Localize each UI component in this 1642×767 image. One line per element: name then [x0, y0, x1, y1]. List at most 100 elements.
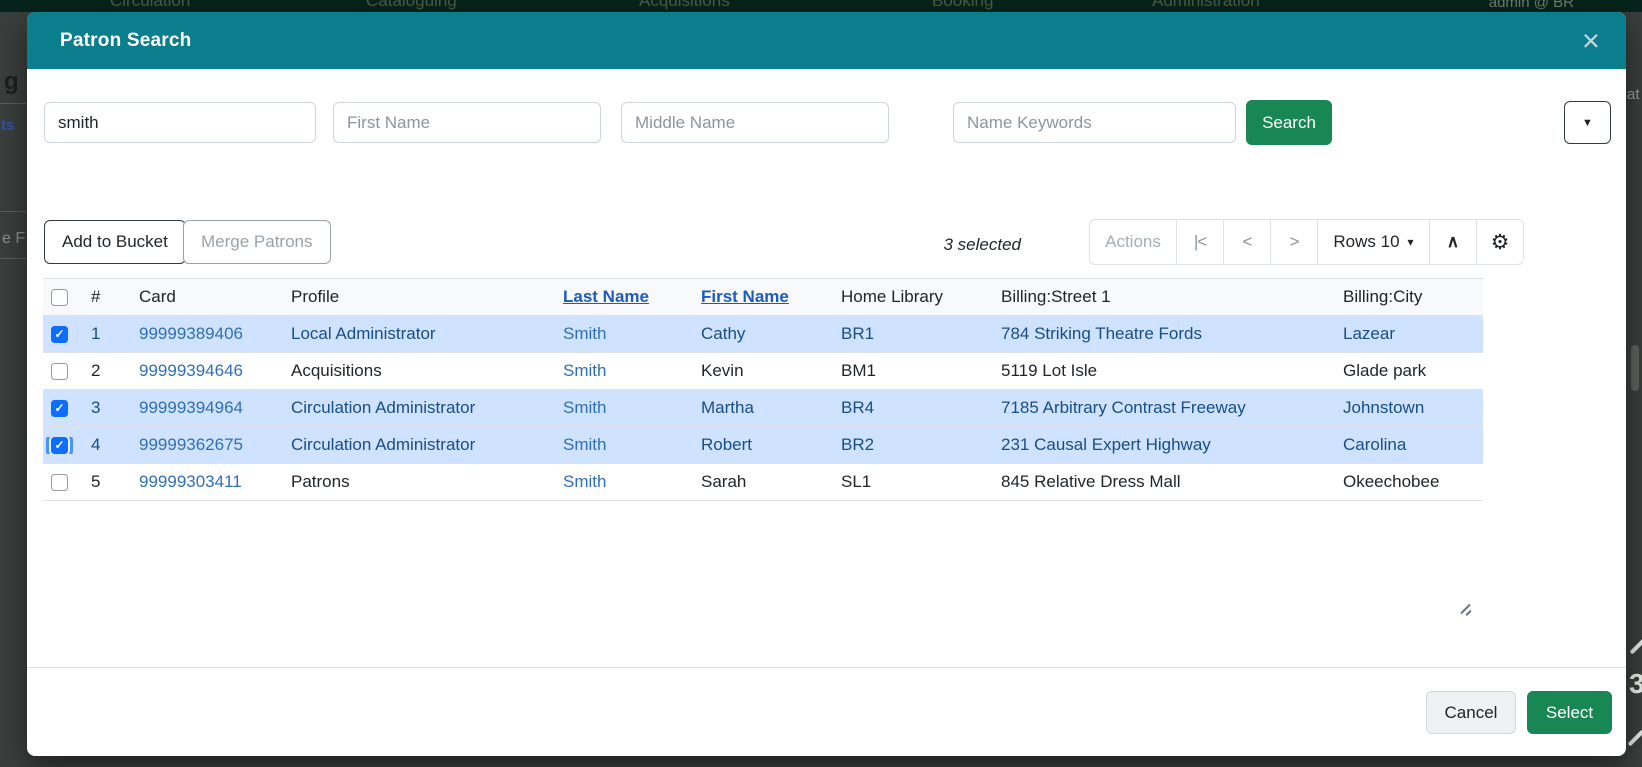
row-number-cell: 4: [83, 435, 131, 455]
home-library-cell: BR2: [833, 435, 993, 455]
nav-menu-item: Booking: [932, 0, 993, 11]
column-header: Profile: [283, 287, 555, 307]
background-text-fragment: at: [1627, 86, 1640, 103]
billing-street-cell: 231 Causal Expert Highway: [993, 435, 1335, 455]
chevron-up-icon: ∧: [1447, 232, 1459, 252]
merge-patrons-button: Merge Patrons: [183, 220, 331, 264]
background-link-fragment: ts: [1, 117, 14, 134]
search-options-dropdown-button[interactable]: ▼: [1564, 101, 1611, 144]
patron-results-table: #CardProfileLast NameFirst NameHome Libr…: [43, 278, 1483, 501]
row-checkbox-cell: ✓: [43, 400, 83, 417]
table-row[interactable]: 299999394646AcquisitionsSmithKevinBM1511…: [43, 353, 1483, 390]
card-number-link[interactable]: 99999303411: [131, 472, 283, 492]
profile-cell: Patrons: [283, 472, 555, 492]
row-checkbox-cell: [43, 474, 83, 491]
table-row[interactable]: 599999303411PatronsSmithSarahSL1845 Rela…: [43, 464, 1483, 501]
grid-resize-handle[interactable]: [1457, 600, 1477, 620]
profile-cell: Circulation Administrator: [283, 435, 555, 455]
profile-cell: Local Administrator: [283, 324, 555, 344]
last-name-link[interactable]: Smith: [555, 361, 693, 381]
first-name-input[interactable]: [333, 102, 601, 143]
billing-city-cell: Okeechobee: [1335, 472, 1483, 492]
actions-button: Actions: [1089, 219, 1177, 265]
first-page-icon[interactable]: |<: [1176, 219, 1224, 265]
row-checkbox[interactable]: ✓: [51, 400, 68, 417]
row-number-cell: 2: [83, 361, 131, 381]
background-text-fragment: e F: [2, 230, 25, 248]
row-checkbox[interactable]: [51, 474, 68, 491]
grid-settings-button[interactable]: ⚙: [1476, 219, 1524, 265]
patron-search-modal: Patron Search × Search ▼ Add to Bucket M…: [27, 12, 1626, 756]
last-name-link[interactable]: Smith: [555, 398, 693, 418]
background-divider: [0, 258, 27, 259]
nav-menu-item: Administration: [1152, 0, 1260, 11]
first-name-cell: Martha: [693, 398, 833, 418]
chevron-down-icon: ▼: [1582, 117, 1593, 129]
row-checkbox-cell: ✓: [43, 437, 83, 454]
select-all-cell: [43, 289, 83, 306]
select-button[interactable]: Select: [1527, 691, 1612, 734]
last-name-link[interactable]: Smith: [555, 435, 693, 455]
column-header: Card: [131, 287, 283, 307]
name-keywords-input[interactable]: [953, 102, 1236, 143]
background-shape: [1628, 730, 1642, 747]
home-library-cell: BR1: [833, 324, 993, 344]
row-checkbox[interactable]: [51, 363, 68, 380]
app-top-navbar: CirculationCataloguingAcquisitionsBookin…: [0, 0, 1642, 12]
gear-icon: ⚙: [1491, 230, 1510, 255]
table-row[interactable]: ✓199999389406Local AdministratorSmithCat…: [43, 316, 1483, 353]
last-name-link[interactable]: Smith: [555, 472, 693, 492]
rows-per-page-label: Rows 10: [1333, 232, 1399, 252]
card-number-link[interactable]: 99999394964: [131, 398, 283, 418]
profile-cell: Acquisitions: [283, 361, 555, 381]
add-to-bucket-button[interactable]: Add to Bucket: [44, 220, 186, 264]
billing-city-cell: Johnstown: [1335, 398, 1483, 418]
billing-city-cell: Lazear: [1335, 324, 1483, 344]
row-checkbox[interactable]: ✓: [51, 437, 68, 454]
modal-header: Patron Search ×: [27, 12, 1626, 69]
table-row[interactable]: ✓ 499999362675Circulation AdministratorSm…: [43, 427, 1483, 464]
column-header: Home Library: [833, 287, 993, 307]
card-number-link[interactable]: 99999394646: [131, 361, 283, 381]
sortable-column-header[interactable]: First Name: [693, 287, 833, 307]
first-name-cell: Robert: [693, 435, 833, 455]
billing-street-cell: 784 Striking Theatre Fords: [993, 324, 1335, 344]
close-icon[interactable]: ×: [1582, 25, 1600, 56]
last-name-input[interactable]: [44, 102, 316, 143]
collapse-grid-button[interactable]: ∧: [1429, 219, 1477, 265]
billing-street-cell: 5119 Lot Isle: [993, 361, 1335, 381]
nav-menu-item: Acquisitions: [639, 0, 730, 11]
next-page-icon[interactable]: >: [1270, 219, 1318, 265]
row-number-cell: 1: [83, 324, 131, 344]
billing-city-cell: Glade park: [1335, 361, 1483, 381]
prev-page-icon[interactable]: <: [1223, 219, 1271, 265]
card-number-link[interactable]: 99999389406: [131, 324, 283, 344]
search-button[interactable]: Search: [1246, 100, 1332, 145]
sortable-column-header[interactable]: Last Name: [555, 287, 693, 307]
background-scrollbar-thumb: [1631, 345, 1639, 391]
card-number-link[interactable]: 99999362675: [131, 435, 283, 455]
home-library-cell: SL1: [833, 472, 993, 492]
middle-name-input[interactable]: [621, 102, 889, 143]
cancel-button[interactable]: Cancel: [1426, 691, 1516, 734]
row-number-cell: 5: [83, 472, 131, 492]
first-name-cell: Sarah: [693, 472, 833, 492]
home-library-cell: BM1: [833, 361, 993, 381]
grid-pager-toolbar: Actions |< < > Rows 10 ▾ ∧ ⚙: [1089, 219, 1524, 265]
last-name-link[interactable]: Smith: [555, 324, 693, 344]
column-header: Billing:Street 1: [993, 287, 1335, 307]
table-header-row: #CardProfileLast NameFirst NameHome Libr…: [43, 278, 1483, 316]
background-divider: [0, 211, 27, 212]
row-checkbox[interactable]: ✓: [51, 326, 68, 343]
background-divider: [0, 103, 27, 104]
select-all-checkbox[interactable]: [51, 289, 68, 306]
row-checkbox-cell: ✓: [43, 326, 83, 343]
table-row[interactable]: ✓399999394964Circulation AdministratorSm…: [43, 390, 1483, 427]
rows-per-page-dropdown[interactable]: Rows 10 ▾: [1317, 219, 1430, 265]
nav-menu-item: Circulation: [110, 0, 190, 11]
nav-user-label: admin @ BR: [1489, 0, 1574, 11]
background-number-fragment: 3: [1629, 668, 1642, 700]
column-header: #: [83, 287, 131, 307]
chevron-down-icon: ▾: [1408, 235, 1414, 249]
billing-city-cell: Carolina: [1335, 435, 1483, 455]
